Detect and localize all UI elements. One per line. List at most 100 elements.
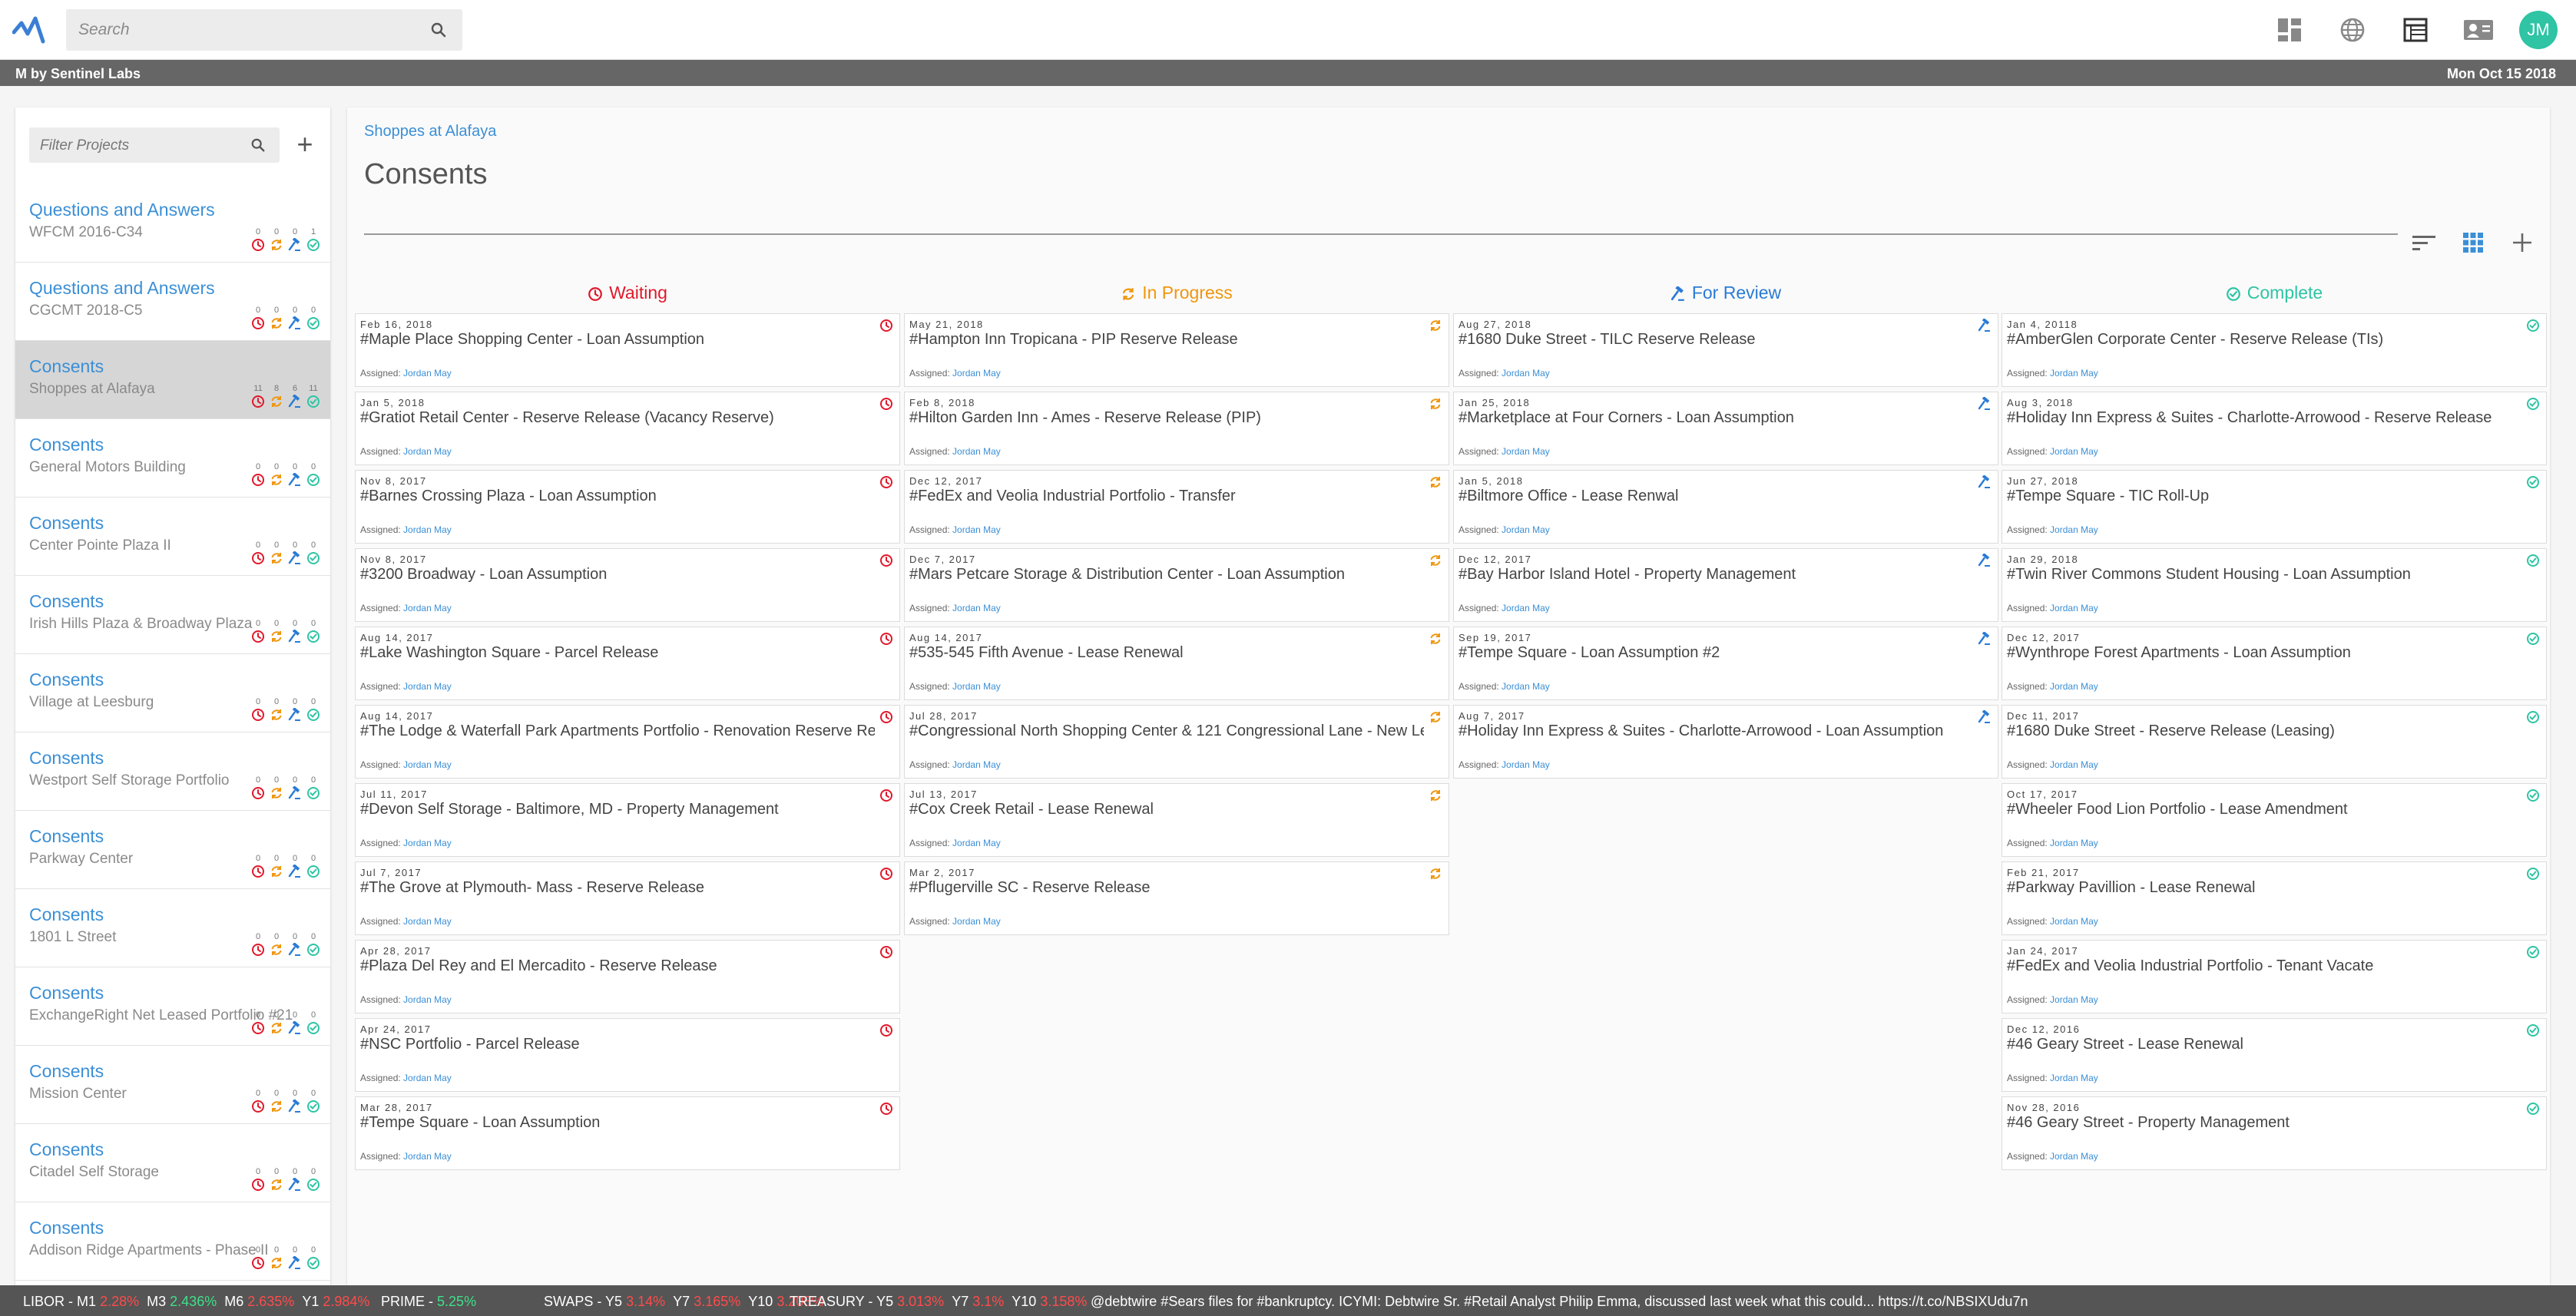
grid-view-icon[interactable] bbox=[2459, 229, 2487, 256]
project-item[interactable]: Consents Citadel Self Storage 0 0 0 0 bbox=[15, 1124, 330, 1202]
assignee-link[interactable]: Jordan May bbox=[1502, 681, 1550, 692]
task-card[interactable]: Aug 14, 2017 #Lake Washington Square - Pa… bbox=[355, 627, 900, 700]
add-item-icon[interactable] bbox=[2508, 229, 2536, 256]
task-card[interactable]: Jan 25, 2018 #Marketplace at Four Corners… bbox=[1453, 392, 1998, 465]
task-card[interactable]: Nov 28, 2016 #46 Geary Street - Property … bbox=[2002, 1096, 2547, 1170]
task-card[interactable]: Aug 7, 2017 #Holiday Inn Express & Suites… bbox=[1453, 705, 1998, 779]
assignee-link[interactable]: Jordan May bbox=[2050, 916, 2098, 927]
assignee-link[interactable]: Jordan May bbox=[952, 916, 1001, 927]
list-view-icon[interactable] bbox=[2395, 11, 2436, 49]
assignee-link[interactable]: Jordan May bbox=[2050, 524, 2098, 535]
project-item[interactable]: Questions and Answers WFCM 2016-C34 0 0 0 1 bbox=[15, 184, 330, 263]
assignee-link[interactable]: Jordan May bbox=[403, 603, 452, 613]
assignee-link[interactable]: Jordan May bbox=[2050, 838, 2098, 848]
task-card[interactable]: Sep 19, 2017 #Tempe Square - Loan Assumpt… bbox=[1453, 627, 1998, 700]
assignee-link[interactable]: Jordan May bbox=[952, 838, 1001, 848]
project-item[interactable]: Consents Irish Hills Plaza & Broadway Pla… bbox=[15, 576, 330, 654]
news-tweet[interactable]: @debtwire #Sears files for #bankruptcy. … bbox=[1091, 1294, 2028, 1310]
task-card[interactable]: Jan 29, 2018 #Twin River Commons Student … bbox=[2002, 548, 2547, 622]
task-card[interactable]: Aug 27, 2018 #1680 Duke Street - TILC Res… bbox=[1453, 313, 1998, 387]
assignee-link[interactable]: Jordan May bbox=[403, 759, 452, 770]
task-card[interactable]: Dec 12, 2017 #Bay Harbor Island Hotel - P… bbox=[1453, 548, 1998, 622]
task-card[interactable]: Apr 24, 2017 #NSC Portfolio - Parcel Rele… bbox=[355, 1018, 900, 1092]
task-card[interactable]: Jul 28, 2017 #Congressional North Shoppin… bbox=[904, 705, 1449, 779]
app-logo[interactable] bbox=[12, 14, 46, 46]
project-item[interactable]: Consents Mission Center 0 0 0 0 bbox=[15, 1046, 330, 1124]
assignee-link[interactable]: Jordan May bbox=[403, 838, 452, 848]
search-icon[interactable] bbox=[250, 137, 266, 153]
task-card[interactable]: Mar 28, 2017 #Tempe Square - Loan Assumpt… bbox=[355, 1096, 900, 1170]
assignee-link[interactable]: Jordan May bbox=[952, 368, 1001, 379]
dashboard-icon[interactable] bbox=[2269, 11, 2310, 49]
sort-icon[interactable] bbox=[2410, 229, 2438, 256]
task-card[interactable]: Feb 16, 2018 #Maple Place Shopping Center… bbox=[355, 313, 900, 387]
filter-projects-input[interactable]: Filter Projects bbox=[29, 127, 280, 163]
task-card[interactable]: Nov 8, 2017 #Barnes Crossing Plaza - Loan… bbox=[355, 470, 900, 544]
task-card[interactable]: Jun 27, 2018 #Tempe Square - TIC Roll-Up A… bbox=[2002, 470, 2547, 544]
add-project-button[interactable]: + bbox=[290, 131, 320, 160]
task-card[interactable]: Jan 4, 20118 #AmberGlen Corporate Center … bbox=[2002, 313, 2547, 387]
assignee-link[interactable]: Jordan May bbox=[2050, 994, 2098, 1005]
assignee-link[interactable]: Jordan May bbox=[403, 1151, 452, 1162]
assignee-link[interactable]: Jordan May bbox=[403, 916, 452, 927]
assignee-link[interactable]: Jordan May bbox=[952, 681, 1001, 692]
project-item[interactable]: Consents ExchangeRight Net Leased Portfol… bbox=[15, 967, 330, 1046]
search-input[interactable]: Search bbox=[66, 9, 462, 51]
assignee-link[interactable]: Jordan May bbox=[2050, 368, 2098, 379]
assignee-link[interactable]: Jordan May bbox=[403, 994, 452, 1005]
task-card[interactable]: Mar 2, 2017 #Pflugerville SC - Reserve Re… bbox=[904, 861, 1449, 935]
breadcrumb[interactable]: Shoppes at Alafaya bbox=[364, 123, 496, 141]
project-item[interactable]: Consents Center Pointe Plaza II 0 0 0 0 bbox=[15, 498, 330, 576]
assignee-link[interactable]: Jordan May bbox=[2050, 446, 2098, 457]
assignee-link[interactable]: Jordan May bbox=[2050, 603, 2098, 613]
contact-card-icon[interactable] bbox=[2458, 11, 2499, 49]
assignee-link[interactable]: Jordan May bbox=[403, 681, 452, 692]
task-card[interactable]: Jul 7, 2017 #The Grove at Plymouth- Mass … bbox=[355, 861, 900, 935]
globe-icon[interactable] bbox=[2332, 11, 2373, 49]
task-card[interactable]: Jan 24, 2017 #FedEx and Veolia Industrial… bbox=[2002, 940, 2547, 1013]
project-item[interactable]: Consents Village at Leesburg 0 0 0 0 bbox=[15, 654, 330, 732]
task-card[interactable]: Aug 14, 2017 #535-545 Fifth Avenue - Leas… bbox=[904, 627, 1449, 700]
task-card[interactable]: Jan 5, 2018 #Biltmore Office - Lease Renw… bbox=[1453, 470, 1998, 544]
task-card[interactable]: Dec 11, 2017 #1680 Duke Street - Reserve … bbox=[2002, 705, 2547, 779]
assignee-link[interactable]: Jordan May bbox=[2050, 759, 2098, 770]
assignee-link[interactable]: Jordan May bbox=[952, 759, 1001, 770]
project-item[interactable]: Consents Shoppes at Alafaya 11 8 6 11 bbox=[15, 341, 330, 419]
assignee-link[interactable]: Jordan May bbox=[2050, 681, 2098, 692]
assignee-link[interactable]: Jordan May bbox=[1502, 603, 1550, 613]
project-item[interactable]: Questions and Answers CGCMT 2018-C5 0 0 0 0 bbox=[15, 263, 330, 341]
task-card[interactable]: Jan 5, 2018 #Gratiot Retail Center - Rese… bbox=[355, 392, 900, 465]
assignee-link[interactable]: Jordan May bbox=[1502, 524, 1550, 535]
project-item[interactable]: Consents 1801 L Street 0 0 0 0 bbox=[15, 889, 330, 967]
assignee-link[interactable]: Jordan May bbox=[1502, 759, 1550, 770]
assignee-link[interactable]: Jordan May bbox=[952, 524, 1001, 535]
task-card[interactable]: Jul 13, 2017 #Cox Creek Retail - Lease Re… bbox=[904, 783, 1449, 857]
task-card[interactable]: Feb 21, 2017 #Parkway Pavillion - Lease R… bbox=[2002, 861, 2547, 935]
assignee-link[interactable]: Jordan May bbox=[1502, 446, 1550, 457]
task-card[interactable]: Oct 17, 2017 #Wheeler Food Lion Portfolio… bbox=[2002, 783, 2547, 857]
task-card[interactable]: Jul 11, 2017 #Devon Self Storage - Baltim… bbox=[355, 783, 900, 857]
project-item[interactable]: Consents Parkway Center 0 0 0 0 bbox=[15, 811, 330, 889]
assignee-link[interactable]: Jordan May bbox=[403, 524, 452, 535]
assignee-link[interactable]: Jordan May bbox=[2050, 1073, 2098, 1083]
assignee-link[interactable]: Jordan May bbox=[2050, 1151, 2098, 1162]
task-card[interactable]: Apr 28, 2017 #Plaza Del Rey and El Mercad… bbox=[355, 940, 900, 1013]
assignee-link[interactable]: Jordan May bbox=[952, 446, 1001, 457]
project-item[interactable]: Consents Addison Ridge Apartments - Phase… bbox=[15, 1202, 330, 1281]
task-card[interactable]: Dec 12, 2017 #FedEx and Veolia Industrial… bbox=[904, 470, 1449, 544]
project-item[interactable]: Consents General Motors Building 0 0 0 0 bbox=[15, 419, 330, 498]
project-item[interactable]: Consents Westport Self Storage Portfolio 0… bbox=[15, 732, 330, 811]
search-icon[interactable] bbox=[430, 21, 447, 38]
assignee-link[interactable]: Jordan May bbox=[403, 368, 452, 379]
assignee-link[interactable]: Jordan May bbox=[403, 1073, 452, 1083]
avatar[interactable]: JM bbox=[2519, 11, 2558, 49]
assignee-link[interactable]: Jordan May bbox=[1502, 368, 1550, 379]
task-card[interactable]: Nov 8, 2017 #3200 Broadway - Loan Assumpt… bbox=[355, 548, 900, 622]
task-card[interactable]: Dec 12, 2017 #Wynthrope Forest Apartments… bbox=[2002, 627, 2547, 700]
task-card[interactable]: Dec 7, 2017 #Mars Petcare Storage & Distr… bbox=[904, 548, 1449, 622]
task-card[interactable]: Feb 8, 2018 #Hilton Garden Inn - Ames - R… bbox=[904, 392, 1449, 465]
task-card[interactable]: Aug 3, 2018 #Holiday Inn Express & Suites… bbox=[2002, 392, 2547, 465]
task-card[interactable]: Aug 14, 2017 #The Lodge & Waterfall Park … bbox=[355, 705, 900, 779]
task-card[interactable]: May 21, 2018 #Hampton Inn Tropicana - PIP… bbox=[904, 313, 1449, 387]
assignee-link[interactable]: Jordan May bbox=[403, 446, 452, 457]
